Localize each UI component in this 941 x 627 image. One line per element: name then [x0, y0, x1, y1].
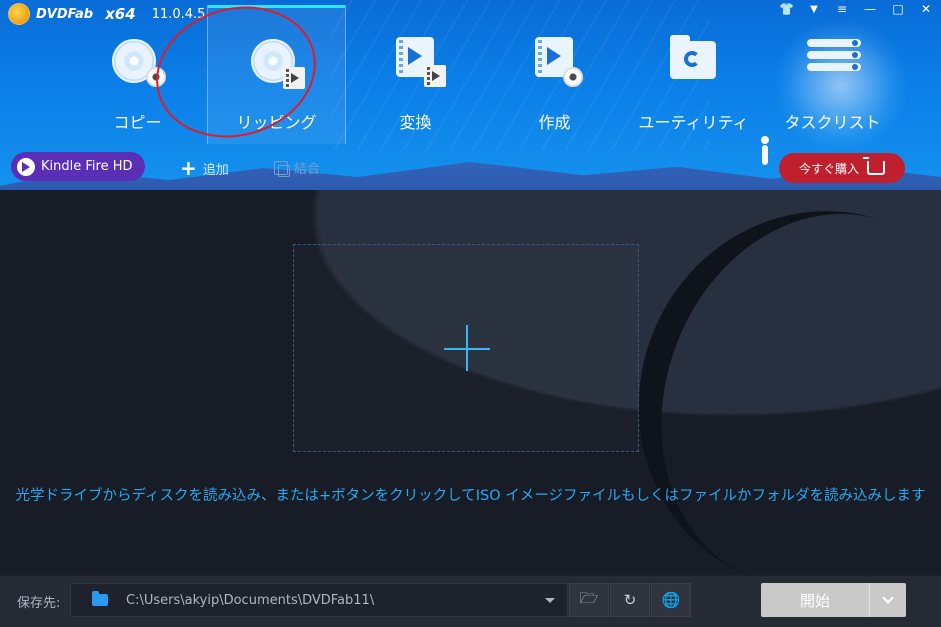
tab-label: タスクリスト: [784, 113, 881, 132]
tab-converter[interactable]: 変換: [346, 5, 485, 144]
globe-icon: 🌐: [661, 591, 681, 609]
dvdfab-logo-icon: [8, 3, 30, 25]
merge-button[interactable]: 結合: [274, 158, 320, 177]
merge-label: 結合: [294, 162, 321, 177]
converter-icon: [386, 33, 446, 89]
start-options-dropdown[interactable]: [870, 583, 906, 617]
task-list-icon: [803, 33, 863, 89]
folder-icon: [92, 591, 108, 606]
open-folder-icon: 🗁: [579, 588, 599, 607]
refresh-button[interactable]: ↻: [610, 583, 650, 617]
start-label: 開始: [761, 583, 870, 617]
merge-icon: [274, 160, 290, 177]
tab-label: ユーティリティ: [638, 113, 749, 132]
output-path-text: C:\Users\akyip\Documents\DVDFab11\: [126, 592, 375, 608]
close-button[interactable]: ✕: [919, 2, 933, 16]
browse-folder-button[interactable]: 🗁: [569, 583, 609, 617]
buy-now-button[interactable]: 今すぐ購入: [779, 153, 905, 183]
plus-icon: +: [180, 156, 197, 180]
device-profile-button[interactable]: Kindle Fire HD: [11, 152, 145, 181]
tab-label: 作成: [538, 113, 571, 132]
device-label: Kindle Fire HD: [41, 159, 133, 174]
main-area: 光学ドライブからディスクを読み込み、または+ボタンをクリックしてISO イメージ…: [0, 190, 941, 575]
utility-folder-icon: [664, 33, 724, 89]
drop-zone[interactable]: [293, 244, 639, 452]
chevron-down-icon[interactable]: [545, 597, 555, 603]
load-hint-text: 光学ドライブからディスクを読み込み、または+ボタンをクリックしてISO イメージ…: [15, 488, 926, 504]
refresh-icon: ↻: [623, 591, 637, 609]
web-button[interactable]: 🌐: [651, 583, 691, 617]
buy-label: 今すぐ購入: [798, 161, 859, 176]
astronaut-decor-icon: [756, 136, 774, 172]
tab-utility[interactable]: ユーティリティ: [624, 5, 763, 144]
start-button[interactable]: 開始: [761, 583, 906, 617]
footer-bar: 保存先: C:\Users\akyip\Documents\DVDFab11\ …: [0, 575, 941, 627]
add-button[interactable]: + 追加: [180, 158, 229, 178]
save-to-label: 保存先:: [17, 596, 61, 611]
tab-label: 変換: [399, 113, 432, 132]
play-circle-icon: [17, 157, 35, 176]
cart-icon: [863, 157, 885, 175]
add-plus-icon: [466, 325, 468, 371]
chevron-down-icon: [882, 592, 894, 604]
tab-creator[interactable]: 作成: [485, 5, 624, 144]
creator-icon: [525, 33, 585, 89]
tab-label: コピー: [113, 113, 162, 132]
output-path-select[interactable]: C:\Users\akyip\Documents\DVDFab11\: [70, 583, 568, 617]
tab-task-list[interactable]: タスクリスト: [763, 5, 902, 144]
add-label: 追加: [202, 162, 229, 178]
